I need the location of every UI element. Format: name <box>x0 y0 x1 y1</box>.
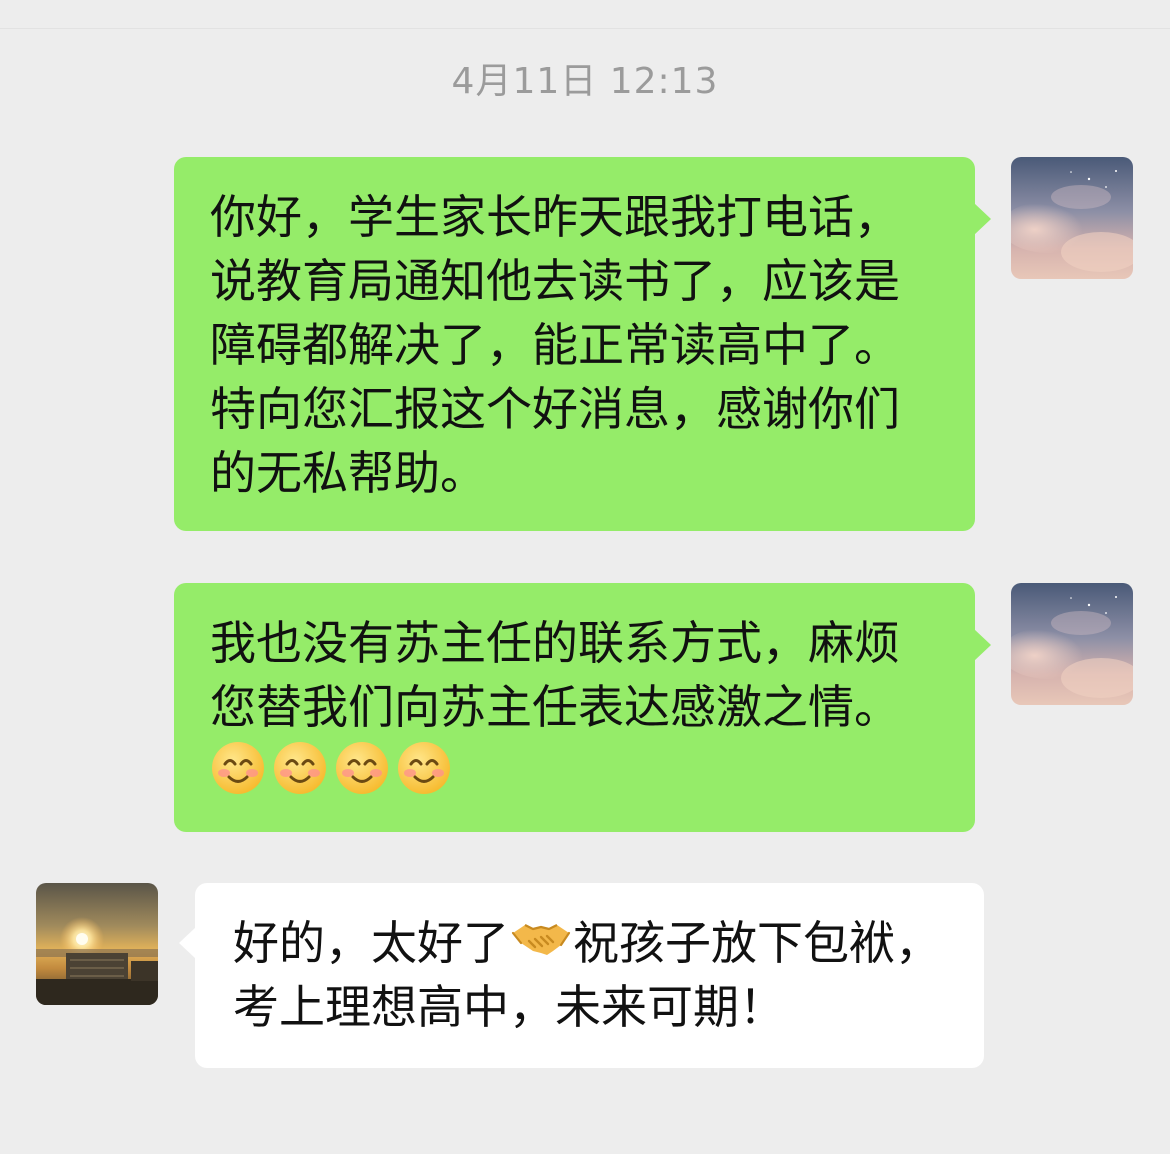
message-text: 你好，学生家长昨天跟我打电话，说教育局通知他去读书了，应该是障碍都解决了，能正常… <box>210 190 900 500</box>
message-bubble-sent[interactable]: 我也没有苏主任的联系方式，麻烦您替我们向苏主任表达感激之情。 <box>174 583 991 832</box>
my-avatar[interactable] <box>1011 157 1133 279</box>
sky-clouds-avatar-icon <box>1011 157 1133 279</box>
handshake-icon <box>511 911 571 967</box>
smiling-face-icon <box>396 740 452 796</box>
message-text: 我也没有苏主任的联系方式，麻烦您替我们向苏主任表达感激之情。 <box>210 616 900 734</box>
emoji-group <box>210 742 458 798</box>
message-timestamp: 4月11日 12:13 <box>451 61 719 102</box>
my-avatar[interactable] <box>1011 583 1133 705</box>
message-bubble-received[interactable]: 好的，太好了 祝孩子放下包袱，考上理想高中，未来可期！ <box>179 883 984 1068</box>
smiling-face-icon <box>272 740 328 796</box>
message-text: 好的，太好了 <box>233 916 509 970</box>
contact-avatar[interactable] <box>36 883 158 1005</box>
smiling-face-icon <box>334 740 390 796</box>
smiling-face-icon <box>210 740 266 796</box>
header-divider <box>0 28 1170 29</box>
sunset-avatar-icon <box>36 883 158 1005</box>
sky-clouds-avatar-icon <box>1011 583 1133 705</box>
message-bubble-sent[interactable]: 你好，学生家长昨天跟我打电话，说教育局通知他去读书了，应该是障碍都解决了，能正常… <box>174 157 991 531</box>
